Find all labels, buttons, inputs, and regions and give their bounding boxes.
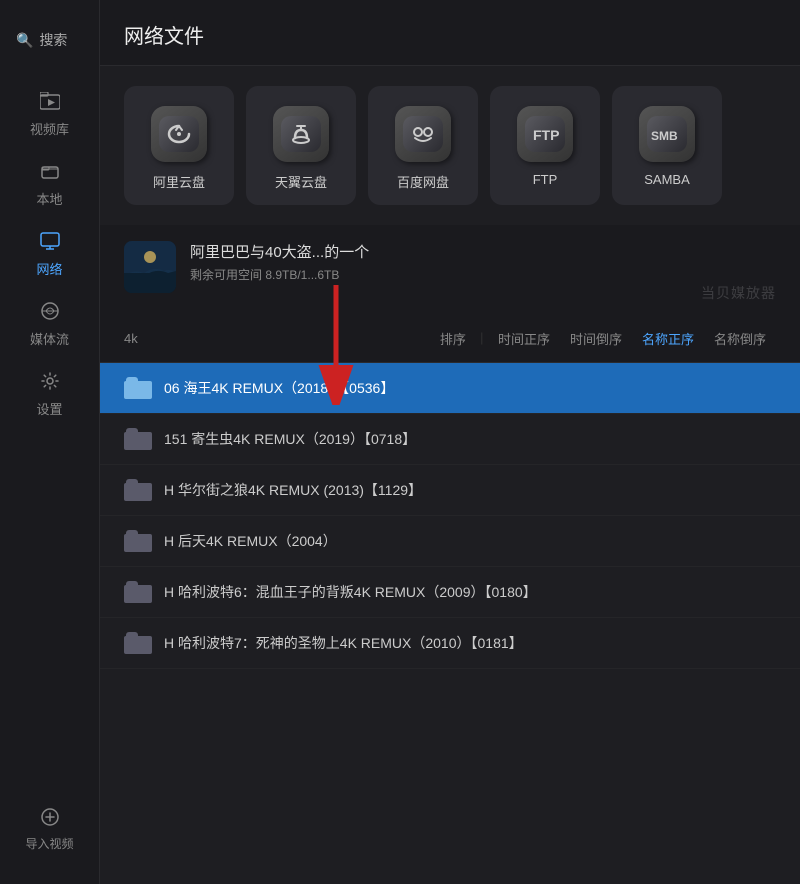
svg-text:FTP: FTP: [533, 127, 559, 143]
folder-icon: [124, 428, 152, 450]
file-name: H 后天4K REMUX（2004）: [164, 531, 776, 551]
sort-label-4k: 4k: [124, 331, 138, 346]
sidebar-bottom: 导入视频: [0, 796, 99, 884]
sort-divider-1: ｜: [476, 330, 488, 347]
ftp-label: FTP: [533, 172, 558, 187]
ftp-icon: FTP: [517, 106, 573, 162]
sidebar-item-label: 网络: [36, 259, 62, 278]
file-item[interactable]: 06 海王4K REMUX（2018）【0536】: [100, 363, 800, 414]
profile-space: 剩余可用空间 8.9TB/1...6TB: [190, 266, 776, 283]
tianyi-label: 天翼云盘: [275, 172, 327, 191]
settings-icon: [41, 372, 59, 395]
file-item[interactable]: H 后天4K REMUX（2004）: [100, 516, 800, 567]
sidebar-item-label: 本地: [36, 189, 62, 208]
svg-text:SMB: SMB: [651, 129, 678, 143]
profile-info: 阿里巴巴与40大盗...的一个 剩余可用空间 8.9TB/1...6TB: [190, 241, 776, 283]
sort-time-asc[interactable]: 时间正序: [488, 325, 560, 352]
cloud-card-baidu[interactable]: 百度网盘: [368, 86, 478, 205]
cloud-services-grid: 阿里云盘 天翼云盘: [100, 66, 800, 225]
sidebar-item-label: 设置: [36, 399, 62, 418]
sort-default[interactable]: 排序: [430, 325, 476, 352]
search-button[interactable]: 🔍 搜索: [0, 20, 99, 60]
thumbnail-image: [124, 241, 176, 293]
cloud-card-tianyi[interactable]: 天翼云盘: [246, 86, 356, 205]
sidebar-item-settings[interactable]: 设置: [0, 360, 99, 430]
samba-label: SAMBA: [644, 172, 690, 187]
page-title: 网络文件: [124, 26, 204, 48]
folder-icon: [124, 377, 152, 399]
sidebar-item-label: 视频库: [30, 119, 69, 138]
sidebar-item-media-stream[interactable]: 媒体流: [0, 290, 99, 360]
sidebar-item-local[interactable]: 本地: [0, 150, 99, 220]
aliyun-icon: [151, 106, 207, 162]
import-icon: [41, 808, 59, 831]
search-label: 搜索: [39, 30, 67, 50]
sidebar-item-video-lib[interactable]: 视频库: [0, 80, 99, 150]
folder-icon: [124, 479, 152, 501]
folder-icon: [124, 530, 152, 552]
search-icon: 🔍: [16, 32, 33, 49]
file-item[interactable]: H 哈利波特7：死神的圣物上4K REMUX（2010）【0181】: [100, 618, 800, 669]
import-label: 导入视频: [25, 835, 73, 852]
file-name: 06 海王4K REMUX（2018）【0536】: [164, 378, 776, 398]
folder-icon: [124, 632, 152, 654]
file-item[interactable]: H 华尔街之狼4K REMUX (2013)【1129】: [100, 465, 800, 516]
main-content: 网络文件 阿里云盘: [100, 0, 800, 884]
baidu-label: 百度网盘: [397, 172, 449, 191]
red-arrow-icon: [318, 285, 354, 405]
file-name: 151 寄生虫4K REMUX（2019）【0718】: [164, 429, 776, 449]
file-name: H 哈利波特7：死神的圣物上4K REMUX（2010）【0181】: [164, 633, 776, 653]
import-video-button[interactable]: 导入视频: [0, 796, 99, 864]
file-item[interactable]: H 哈利波特6：混血王子的背叛4K REMUX（2009）【0180】: [100, 567, 800, 618]
profile-thumbnail[interactable]: [124, 241, 176, 293]
local-icon: [41, 162, 59, 185]
profile-name: 阿里巴巴与40大盗...的一个: [190, 241, 776, 262]
sort-time-desc[interactable]: 时间倒序: [560, 325, 632, 352]
sidebar-item-network[interactable]: 网络: [0, 220, 99, 290]
media-stream-icon: [40, 302, 60, 325]
sidebar: 🔍 搜索 视频库 本地: [0, 0, 100, 884]
aliyun-label: 阿里云盘: [153, 172, 205, 191]
folder-icon: [124, 581, 152, 603]
sidebar-item-label: 媒体流: [30, 329, 69, 348]
sort-name-desc[interactable]: 名称倒序: [704, 325, 776, 352]
baidu-icon: [395, 106, 451, 162]
watermark: 当贝媒放器: [701, 283, 776, 303]
cloud-card-ftp[interactable]: FTP FTP: [490, 86, 600, 205]
samba-icon: SMB: [639, 106, 695, 162]
middle-area: 阿里巴巴与40大盗...的一个 剩余可用空间 8.9TB/1...6TB 当贝媒…: [100, 225, 800, 315]
file-name: H 哈利波特6：混血王子的背叛4K REMUX（2009）【0180】: [164, 582, 776, 602]
tianyi-icon: [273, 106, 329, 162]
network-icon: [40, 232, 60, 255]
file-item[interactable]: 151 寄生虫4K REMUX（2019）【0718】: [100, 414, 800, 465]
header: 网络文件: [100, 0, 800, 66]
cloud-card-samba[interactable]: SMB SAMBA: [612, 86, 722, 205]
cloud-card-aliyun[interactable]: 阿里云盘: [124, 86, 234, 205]
file-list: 06 海王4K REMUX（2018）【0536】 151 寄生虫4K REMU…: [100, 363, 800, 884]
file-name: H 华尔街之狼4K REMUX (2013)【1129】: [164, 480, 776, 500]
arrow-overlay: [318, 285, 354, 405]
sort-options: 排序 ｜ 时间正序 时间倒序 名称正序 名称倒序: [430, 325, 776, 352]
video-lib-icon: [40, 92, 60, 115]
sort-name-asc[interactable]: 名称正序: [632, 325, 704, 352]
sort-bar: 4k 排序 ｜ 时间正序 时间倒序 名称正序 名称倒序: [100, 315, 800, 363]
